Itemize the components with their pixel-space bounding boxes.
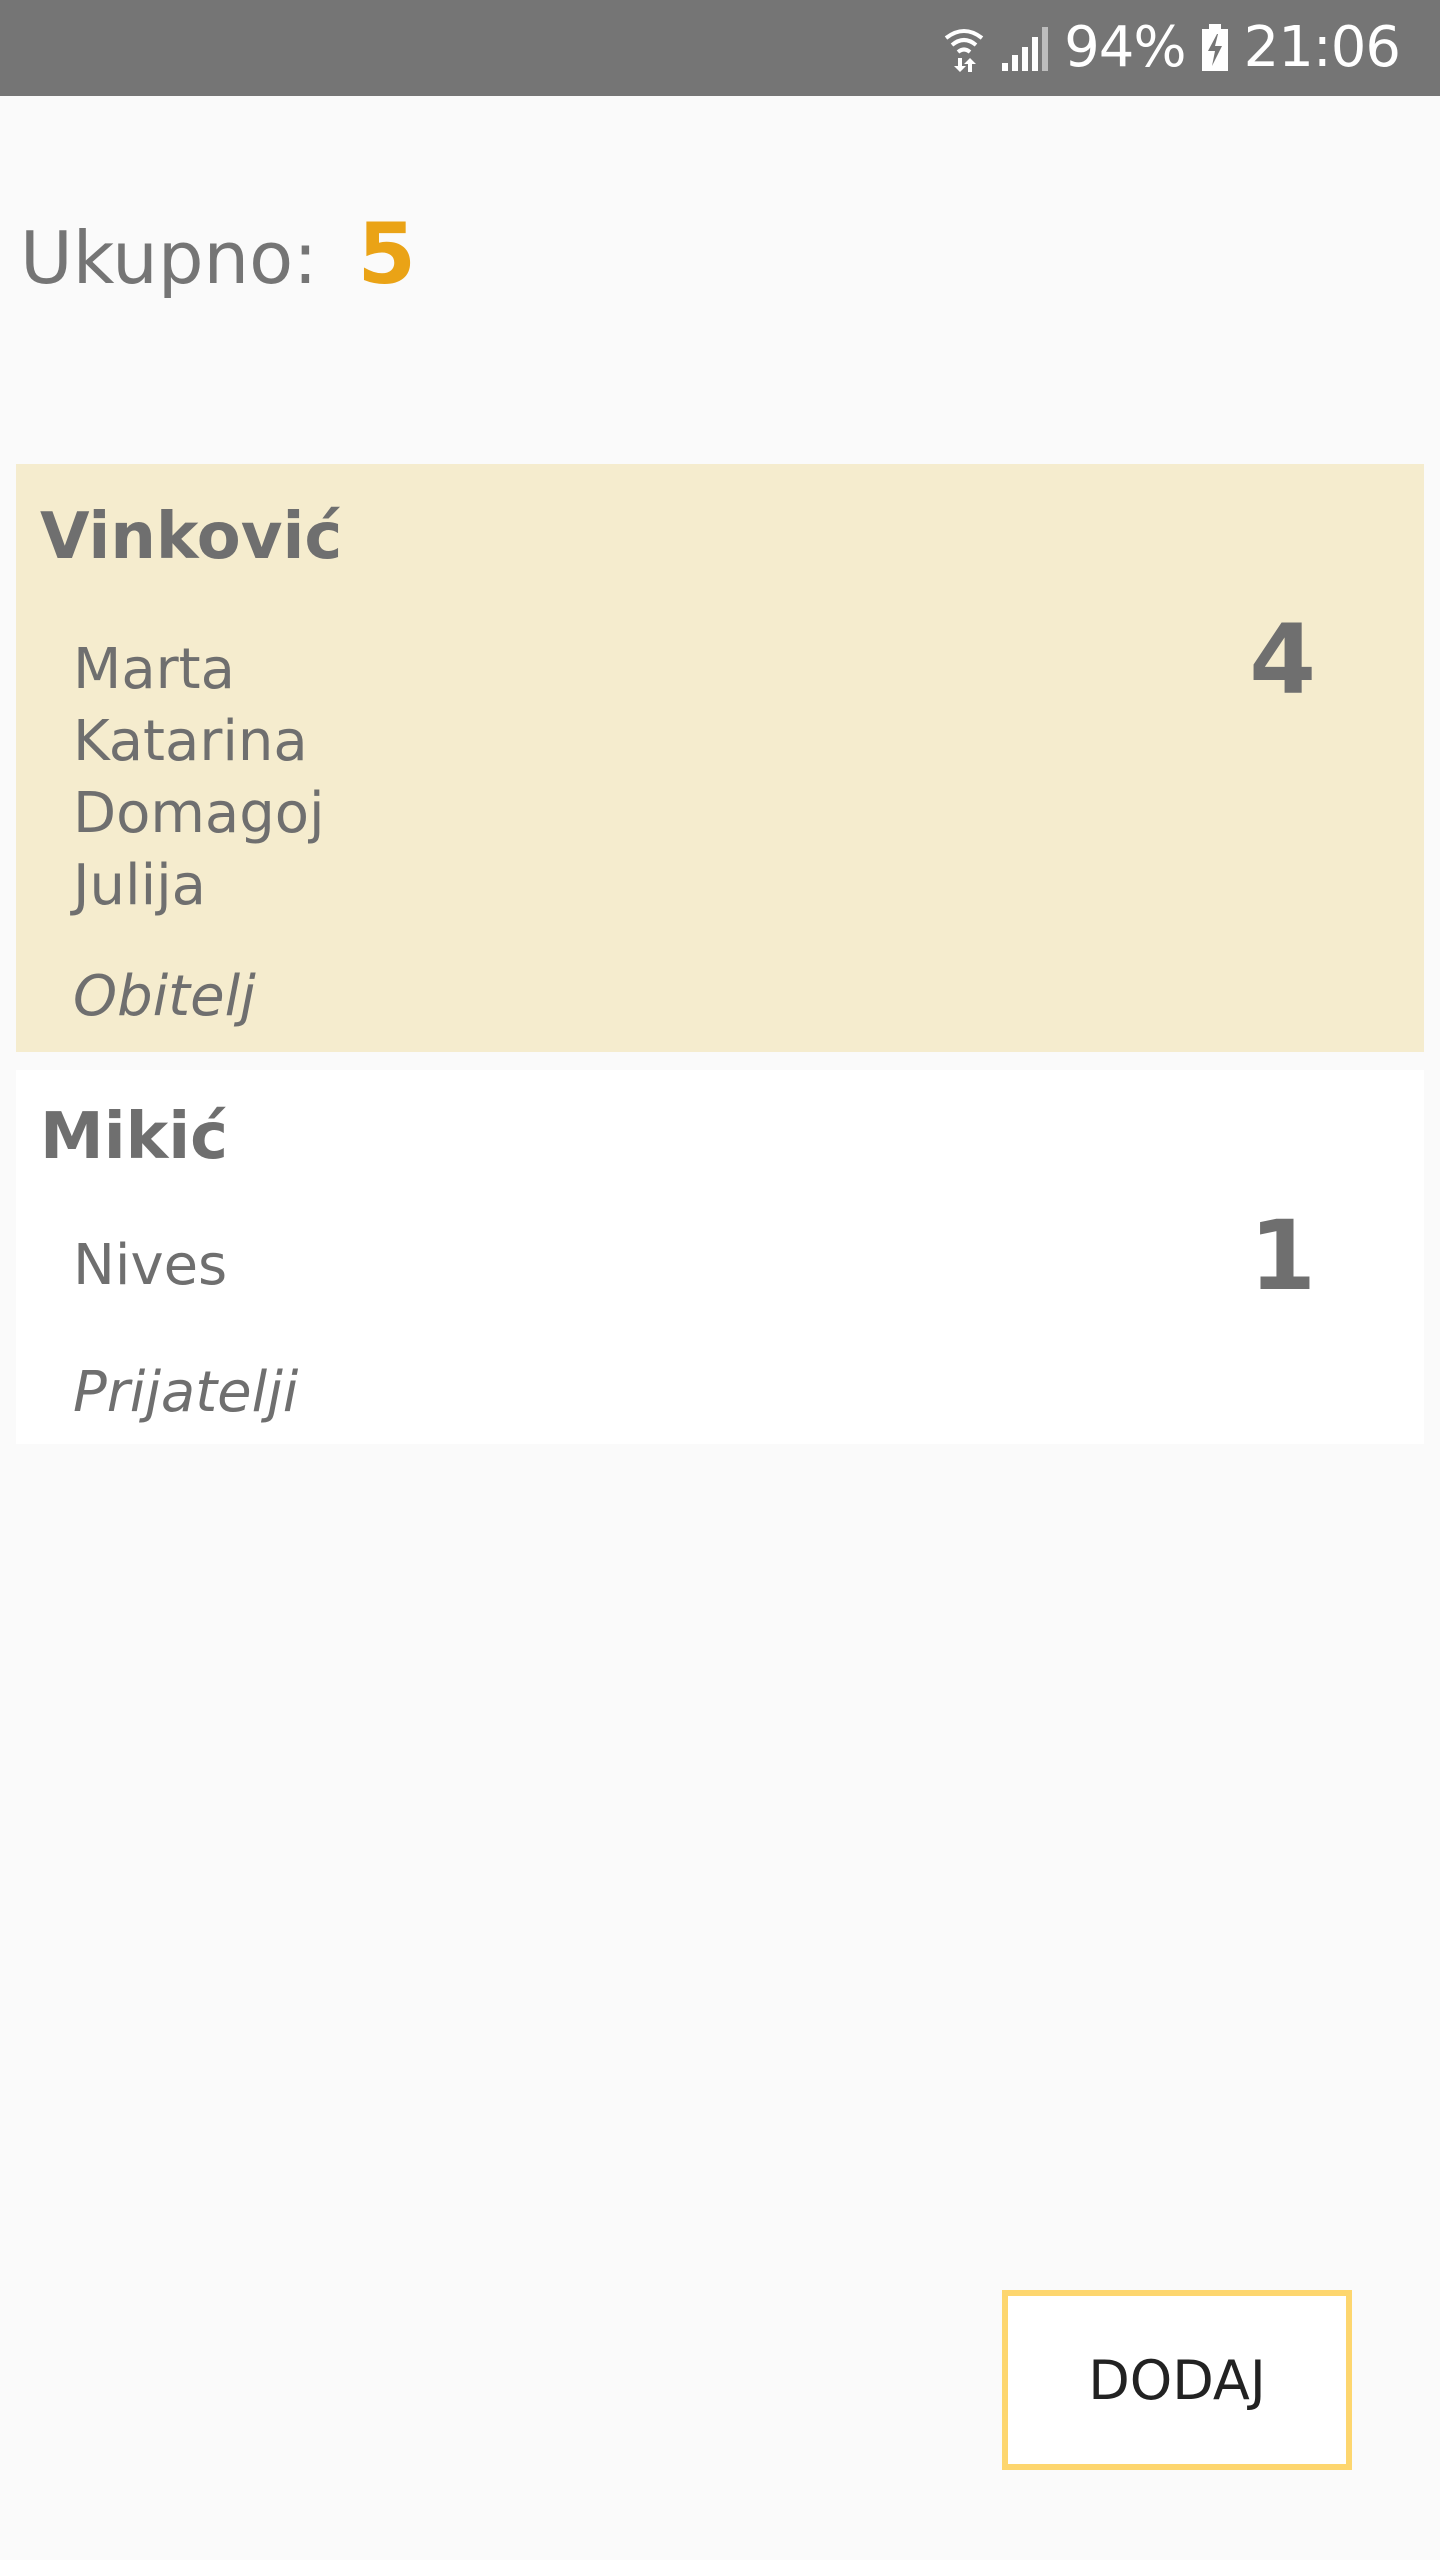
group-name: Vinković: [40, 500, 343, 574]
member-name: Domagoj: [73, 781, 325, 846]
group-category: Prijatelji: [73, 1360, 299, 1425]
member-list: Nives: [73, 1230, 227, 1302]
group-count: 1: [1249, 1200, 1316, 1312]
clock: 21:06: [1243, 15, 1401, 80]
member-name: Julija: [73, 853, 206, 918]
status-bar: 94% 21:06: [0, 0, 1440, 96]
total-label: Ukupno:: [20, 216, 318, 300]
group-name: Mikić: [40, 1100, 229, 1174]
group-card[interactable]: Vinković Marta Katarina Domagoj Julija O…: [16, 464, 1424, 1052]
total-value: 5: [357, 205, 416, 303]
group-count: 4: [1249, 604, 1316, 716]
wifi-icon: [942, 22, 986, 74]
battery-percent: 94%: [1064, 15, 1186, 80]
total-summary: Ukupno: 5: [20, 205, 416, 325]
member-name: Katarina: [73, 709, 308, 774]
add-button[interactable]: DODAJ: [1002, 2290, 1352, 2470]
member-list: Marta Katarina Domagoj Julija: [73, 634, 325, 922]
member-name: Nives: [73, 1233, 228, 1298]
group-card[interactable]: Mikić Nives Prijatelji 1: [16, 1070, 1424, 1444]
signal-icon: [1000, 23, 1050, 73]
battery-charging-icon: [1200, 24, 1230, 72]
status-icons: 94% 21:06: [942, 0, 1401, 96]
member-name: Marta: [73, 637, 235, 702]
group-category: Obitelj: [73, 964, 256, 1029]
